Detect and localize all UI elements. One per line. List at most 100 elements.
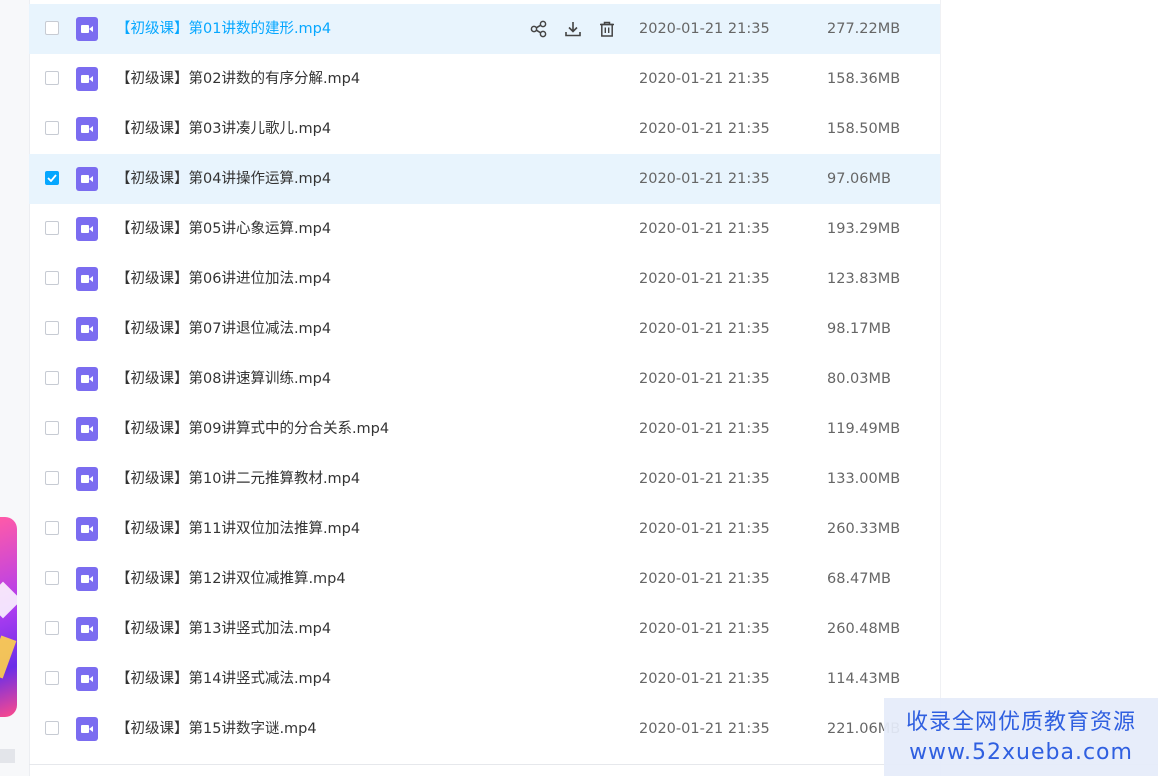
row-checkbox[interactable]: [45, 171, 59, 185]
file-row[interactable]: 【初级课】第13讲竖式加法.mp4 2020-01-21 21:35 260.4…: [29, 604, 940, 654]
file-name[interactable]: 【初级课】第12讲双位减推算.mp4: [116, 554, 346, 604]
row-checkbox[interactable]: [45, 621, 59, 635]
download-icon[interactable]: [563, 19, 583, 39]
row-checkbox[interactable]: [45, 571, 59, 585]
video-file-icon: [76, 567, 98, 591]
file-name[interactable]: 【初级课】第10讲二元推算教材.mp4: [116, 454, 360, 504]
file-row[interactable]: 【初级课】第07讲退位减法.mp4 2020-01-21 21:35 98.17…: [29, 304, 940, 354]
file-size: 260.48MB: [827, 621, 901, 637]
file-name[interactable]: 【初级课】第06讲进位加法.mp4: [116, 254, 331, 304]
file-size: 68.47MB: [827, 571, 891, 587]
watermark-slogan: 收录全网优质教育资源: [905, 710, 1136, 735]
video-file-icon: [76, 367, 98, 391]
row-checkbox[interactable]: [45, 121, 59, 135]
video-file-icon: [76, 67, 98, 91]
file-name[interactable]: 【初级课】第11讲双位加法推算.mp4: [116, 504, 360, 554]
file-list: 【初级课】第01讲数的建形.mp4 2020-01-21 21:35 277.2…: [29, 4, 940, 754]
file-row[interactable]: 【初级课】第12讲双位减推算.mp4 2020-01-21 21:35 68.4…: [29, 554, 940, 604]
file-date: 2020-01-21 21:35: [639, 221, 770, 237]
file-date: 2020-01-21 21:35: [639, 471, 770, 487]
video-file-icon: [76, 467, 98, 491]
file-size: 158.50MB: [827, 121, 901, 137]
row-checkbox[interactable]: [45, 221, 59, 235]
file-row[interactable]: 【初级课】第03讲凑儿歌儿.mp4 2020-01-21 21:35 158.5…: [29, 104, 940, 154]
file-name[interactable]: 【初级课】第04讲操作运算.mp4: [116, 154, 331, 204]
file-date: 2020-01-21 21:35: [639, 571, 770, 587]
video-file-icon: [76, 17, 98, 41]
row-checkbox[interactable]: [45, 421, 59, 435]
file-date: 2020-01-21 21:35: [639, 621, 770, 637]
video-file-icon: [76, 717, 98, 741]
video-file-icon: [76, 217, 98, 241]
row-checkbox[interactable]: [45, 521, 59, 535]
video-file-icon: [76, 167, 98, 191]
file-name[interactable]: 【初级课】第01讲数的建形.mp4: [116, 4, 331, 54]
row-checkbox[interactable]: [45, 471, 59, 485]
share-icon[interactable]: [529, 19, 549, 39]
file-name[interactable]: 【初级课】第14讲竖式减法.mp4: [116, 654, 331, 704]
file-size: 277.22MB: [827, 21, 901, 37]
file-date: 2020-01-21 21:35: [639, 721, 770, 737]
file-size: 158.36MB: [827, 71, 901, 87]
video-file-icon: [76, 617, 98, 641]
row-checkbox[interactable]: [45, 271, 59, 285]
delete-icon[interactable]: [597, 19, 617, 39]
file-name[interactable]: 【初级课】第05讲心象运算.mp4: [116, 204, 331, 254]
file-name[interactable]: 【初级课】第13讲竖式加法.mp4: [116, 604, 331, 654]
watermark-url: www.52xueba.com: [909, 740, 1133, 765]
video-file-icon: [76, 267, 98, 291]
file-size: 98.17MB: [827, 321, 891, 337]
file-name[interactable]: 【初级课】第08讲速算训练.mp4: [116, 354, 331, 404]
row-checkbox[interactable]: [45, 21, 59, 35]
file-name[interactable]: 【初级课】第15讲数字谜.mp4: [116, 704, 317, 754]
file-date: 2020-01-21 21:35: [639, 71, 770, 87]
file-date: 2020-01-21 21:35: [639, 671, 770, 687]
file-date: 2020-01-21 21:35: [639, 521, 770, 537]
file-name[interactable]: 【初级课】第09讲算式中的分合关系.mp4: [116, 404, 389, 454]
file-date: 2020-01-21 21:35: [639, 421, 770, 437]
row-actions: [529, 19, 617, 39]
video-file-icon: [76, 117, 98, 141]
file-name[interactable]: 【初级课】第07讲退位减法.mp4: [116, 304, 331, 354]
file-row[interactable]: 【初级课】第01讲数的建形.mp4 2020-01-21 21:35 277.2…: [29, 4, 940, 54]
file-row[interactable]: 【初级课】第04讲操作运算.mp4 2020-01-21 21:35 97.06…: [29, 154, 940, 204]
file-date: 2020-01-21 21:35: [639, 371, 770, 387]
video-file-icon: [76, 417, 98, 441]
file-date: 2020-01-21 21:35: [639, 171, 770, 187]
promo-banner[interactable]: [0, 517, 17, 717]
row-checkbox[interactable]: [45, 371, 59, 385]
file-date: 2020-01-21 21:35: [639, 21, 770, 37]
watermark: 收录全网优质教育资源 www.52xueba.com: [884, 698, 1158, 776]
video-file-icon: [76, 317, 98, 341]
file-row[interactable]: 【初级课】第10讲二元推算教材.mp4 2020-01-21 21:35 133…: [29, 454, 940, 504]
file-row[interactable]: 【初级课】第02讲数的有序分解.mp4 2020-01-21 21:35 158…: [29, 54, 940, 104]
file-row[interactable]: 【初级课】第06讲进位加法.mp4 2020-01-21 21:35 123.8…: [29, 254, 940, 304]
file-name[interactable]: 【初级课】第03讲凑儿歌儿.mp4: [116, 104, 331, 154]
file-row[interactable]: 【初级课】第14讲竖式减法.mp4 2020-01-21 21:35 114.4…: [29, 654, 940, 704]
file-date: 2020-01-21 21:35: [639, 121, 770, 137]
sidebar-scrollbar[interactable]: [0, 749, 15, 763]
file-name[interactable]: 【初级课】第02讲数的有序分解.mp4: [116, 54, 360, 104]
file-size: 123.83MB: [827, 271, 901, 287]
file-size: 114.43MB: [827, 671, 901, 687]
video-file-icon: [76, 667, 98, 691]
panel-divider: [940, 0, 941, 776]
file-size: 97.06MB: [827, 171, 891, 187]
file-row[interactable]: 【初级课】第15讲数字谜.mp4 2020-01-21 21:35 221.06…: [29, 704, 940, 754]
file-size: 133.00MB: [827, 471, 901, 487]
video-file-icon: [76, 517, 98, 541]
left-sidebar: [0, 0, 30, 776]
file-date: 2020-01-21 21:35: [639, 271, 770, 287]
file-size: 193.29MB: [827, 221, 901, 237]
row-checkbox[interactable]: [45, 71, 59, 85]
file-row[interactable]: 【初级课】第05讲心象运算.mp4 2020-01-21 21:35 193.2…: [29, 204, 940, 254]
row-checkbox[interactable]: [45, 721, 59, 735]
file-row[interactable]: 【初级课】第11讲双位加法推算.mp4 2020-01-21 21:35 260…: [29, 504, 940, 554]
row-checkbox[interactable]: [45, 321, 59, 335]
row-checkbox[interactable]: [45, 671, 59, 685]
file-size: 80.03MB: [827, 371, 891, 387]
file-row[interactable]: 【初级课】第09讲算式中的分合关系.mp4 2020-01-21 21:35 1…: [29, 404, 940, 454]
file-date: 2020-01-21 21:35: [639, 321, 770, 337]
file-size: 119.49MB: [827, 421, 901, 437]
file-row[interactable]: 【初级课】第08讲速算训练.mp4 2020-01-21 21:35 80.03…: [29, 354, 940, 404]
